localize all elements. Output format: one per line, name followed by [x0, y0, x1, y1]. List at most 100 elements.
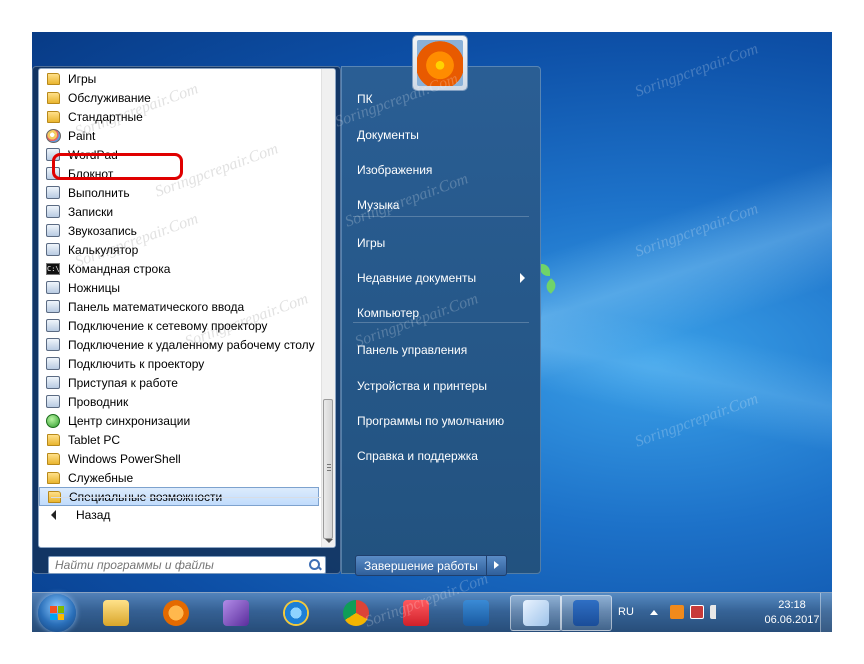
scrollbar-thumb[interactable]: [323, 399, 333, 539]
program-item[interactable]: Записки: [39, 202, 319, 221]
ie-icon: [283, 600, 309, 626]
taskbar-button[interactable]: [510, 595, 562, 631]
system-tray: RU 23:18 06.06.2017: [612, 593, 822, 632]
folder-icon: [45, 90, 61, 106]
right-menu-item[interactable]: Документы: [347, 122, 533, 148]
right-menu-label: Компьютер: [357, 306, 420, 320]
program-item[interactable]: Выполнить: [39, 183, 319, 202]
sync-center-icon: [45, 413, 61, 429]
program-label: Командная строка: [68, 261, 171, 276]
language-indicator[interactable]: RU: [618, 606, 634, 618]
right-menu-item[interactable]: Справка и поддержка: [347, 443, 533, 469]
folder-icon: [45, 71, 61, 87]
program-list-scrollbar[interactable]: [321, 69, 335, 547]
paint-icon: [523, 600, 549, 626]
divider: [353, 322, 529, 323]
folder-icon: [45, 470, 61, 486]
search-box[interactable]: [48, 556, 326, 574]
right-menu-label: Музыка: [357, 198, 400, 212]
program-label: Записки: [68, 204, 114, 219]
program-label: Звукозапись: [68, 223, 137, 238]
search-input[interactable]: [49, 557, 307, 573]
shutdown-group: Завершение работы: [355, 555, 507, 576]
program-item[interactable]: Paint: [39, 126, 319, 145]
snipping-tool-icon: [45, 280, 61, 296]
right-menu-item[interactable]: Изображения: [347, 157, 533, 183]
paint-icon: [45, 128, 61, 144]
taskbar-button[interactable]: [90, 595, 142, 631]
avast-icon[interactable]: [670, 605, 684, 619]
program-label: Ножницы: [68, 280, 121, 295]
shutdown-options-arrow-icon[interactable]: [486, 555, 507, 576]
all-programs-pane: Игры Обслуживание Стандартные Paint WordPad Б…: [38, 68, 336, 548]
program-item[interactable]: Обслуживание: [39, 88, 319, 107]
right-menu-label: Игры: [357, 236, 386, 250]
watermark: Soringpcrepair.Com: [632, 40, 761, 101]
clock[interactable]: 23:18 06.06.2017: [762, 598, 822, 628]
right-menu-label: Документы: [357, 128, 419, 142]
scroll-down-icon[interactable]: [325, 539, 333, 543]
program-item[interactable]: C:\ Командная строка: [39, 259, 319, 278]
taskbar: RU 23:18 06.06.2017: [32, 592, 832, 632]
taskbar-button[interactable]: [330, 595, 382, 631]
taskbar-button[interactable]: [390, 595, 442, 631]
submenu-arrow-icon: [520, 273, 525, 283]
program-item[interactable]: Подключение к сетевому проектору: [39, 316, 319, 335]
command-prompt-icon: C:\: [46, 262, 60, 275]
program-item[interactable]: Стандартные: [39, 107, 319, 126]
program-item[interactable]: Служебные: [39, 468, 319, 487]
taskbar-button[interactable]: [450, 595, 502, 631]
back-label: Назад: [76, 508, 111, 522]
show-hidden-icons-icon[interactable]: [650, 610, 658, 615]
shutdown-button[interactable]: Завершение работы: [355, 555, 487, 576]
explorer-icon: [103, 600, 129, 626]
network-projector-icon: [45, 318, 61, 334]
program-item[interactable]: Подключить к проектору: [39, 354, 319, 373]
program-item[interactable]: Калькулятор: [39, 240, 319, 259]
right-menu-item[interactable]: Устройства и принтеры: [347, 373, 533, 399]
program-label: Панель математического ввода: [68, 299, 245, 314]
program-item[interactable]: Подключение к удаленному рабочему столу: [39, 335, 319, 354]
projector-icon: [45, 356, 61, 372]
program-item[interactable]: Игры: [39, 69, 319, 88]
taskbar-button[interactable]: [150, 595, 202, 631]
start-button[interactable]: [38, 594, 76, 632]
divider: [353, 216, 529, 217]
program-item[interactable]: Приступая к работе: [39, 373, 319, 392]
program-label: Центр синхронизации: [68, 413, 191, 428]
folder-icon: [45, 432, 61, 448]
back-button[interactable]: Назад: [51, 505, 110, 525]
right-menu-label: Панель управления: [357, 343, 468, 357]
start-menu-left-frame: Игры Обслуживание Стандартные Paint WordPad Б…: [32, 66, 341, 574]
right-menu-label: Устройства и принтеры: [357, 379, 487, 393]
calculator-icon: [45, 242, 61, 258]
user-avatar[interactable]: [413, 36, 467, 90]
search-icon[interactable]: [307, 557, 323, 573]
right-menu-item[interactable]: Недавние документы: [347, 265, 533, 291]
program-label: Приступая к работе: [68, 375, 178, 390]
program-item[interactable]: Панель математического ввода: [39, 297, 319, 316]
right-menu-item[interactable]: Панель управления: [347, 337, 533, 363]
volume-icon[interactable]: [710, 605, 724, 619]
program-item[interactable]: Звукозапись: [39, 221, 319, 240]
right-menu-item[interactable]: Музыка: [347, 192, 533, 218]
program-label: Windows PowerShell: [68, 451, 181, 466]
right-menu-item[interactable]: Игры: [347, 230, 533, 256]
explorer-icon: [45, 394, 61, 410]
program-item[interactable]: Проводник: [39, 392, 319, 411]
show-desktop-button[interactable]: [820, 593, 832, 632]
taskbar-button[interactable]: [210, 595, 262, 631]
media-player-icon: [163, 600, 189, 626]
program-label: Проводник: [68, 394, 129, 409]
program-item[interactable]: Центр синхронизации: [39, 411, 319, 430]
right-menu-item[interactable]: Программы по умолчанию: [347, 408, 533, 434]
back-arrow-icon: [51, 510, 56, 520]
right-menu-label: Справка и поддержка: [357, 449, 478, 463]
taskbar-button[interactable]: [270, 595, 322, 631]
program-item[interactable]: Tablet PC: [39, 430, 319, 449]
math-input-icon: [45, 299, 61, 315]
network-icon[interactable]: [690, 605, 704, 619]
program-item[interactable]: Windows PowerShell: [39, 449, 319, 468]
taskbar-button[interactable]: [560, 595, 612, 631]
program-item[interactable]: Ножницы: [39, 278, 319, 297]
